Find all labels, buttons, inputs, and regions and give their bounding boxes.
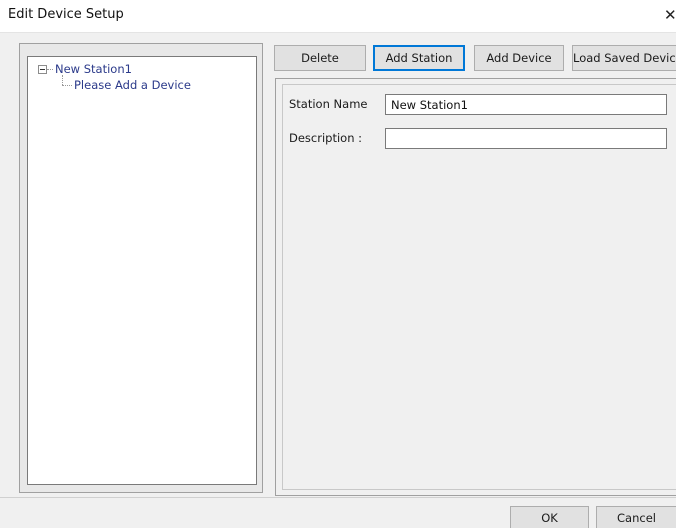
description-input[interactable] <box>385 128 667 149</box>
station-name-label: Station Name <box>289 97 368 111</box>
device-tree[interactable]: New Station1 Please Add a Device <box>27 56 257 485</box>
add-station-button[interactable]: Add Station <box>373 45 465 71</box>
window-title: Edit Device Setup <box>8 7 124 22</box>
tree-connector <box>62 75 63 85</box>
cancel-button[interactable]: Cancel <box>596 506 676 528</box>
load-saved-device-button[interactable]: Load Saved Device <box>572 45 676 71</box>
station-name-input[interactable] <box>385 94 667 115</box>
description-label: Description : <box>289 131 363 145</box>
footer-divider <box>0 497 676 498</box>
title-bar: Edit Device Setup ✕ <box>0 0 676 33</box>
tree-connector <box>47 69 53 70</box>
tree-node-device-placeholder[interactable]: Please Add a Device <box>74 78 191 92</box>
edit-device-setup-dialog: Edit Device Setup ✕ New Station1 Please … <box>0 0 676 528</box>
tree-node-station[interactable]: New Station1 <box>55 62 132 76</box>
collapse-icon[interactable] <box>38 65 47 74</box>
ok-button[interactable]: OK <box>510 506 589 528</box>
add-device-button[interactable]: Add Device <box>474 45 564 71</box>
close-icon[interactable]: ✕ <box>664 4 676 26</box>
delete-button[interactable]: Delete <box>274 45 366 71</box>
tree-connector <box>62 85 72 86</box>
